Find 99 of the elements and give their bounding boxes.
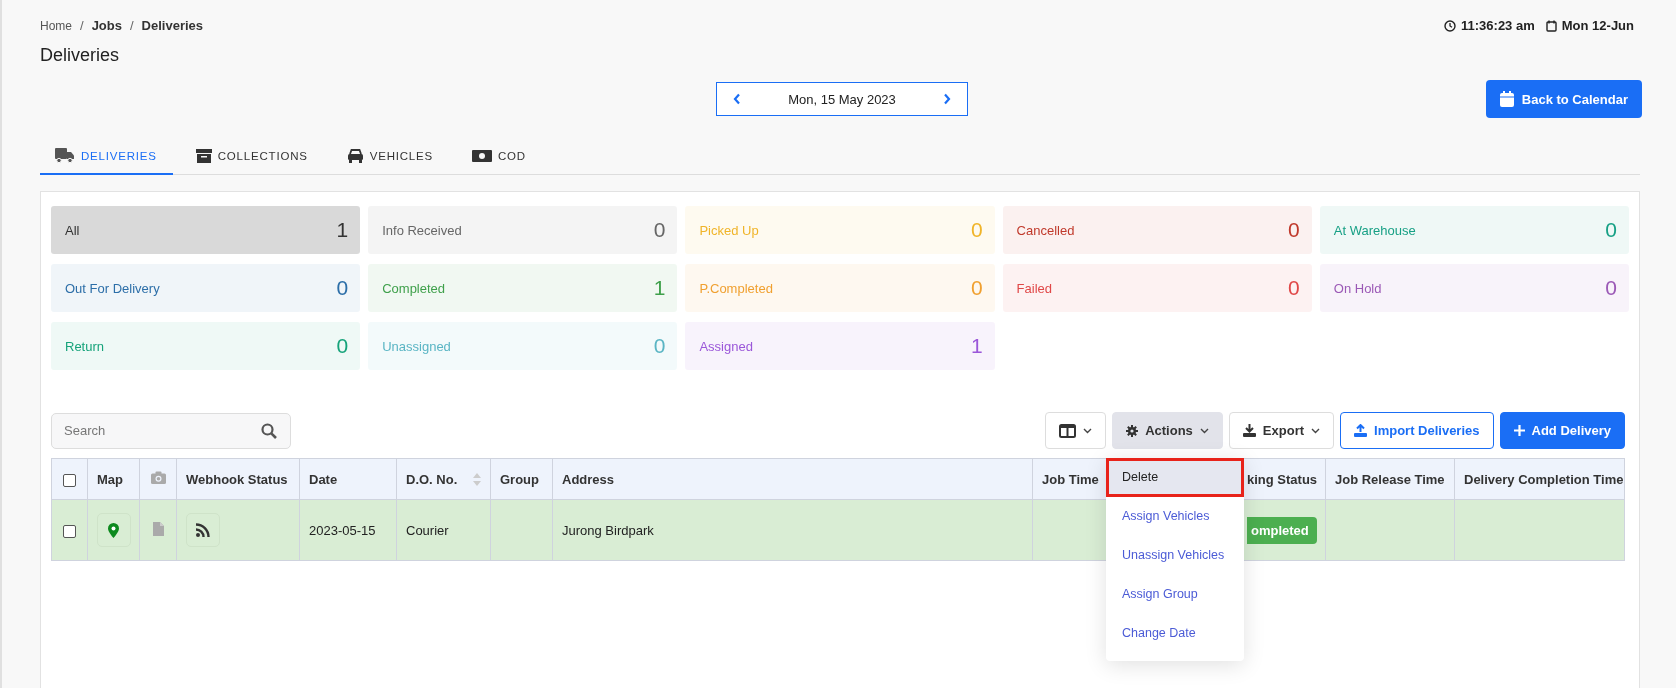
checkbox[interactable] — [63, 524, 76, 538]
tile-count: 0 — [970, 218, 983, 242]
truck-icon — [55, 148, 75, 163]
column-header: Job Release Time — [1335, 471, 1445, 487]
tile-label: All — [65, 222, 80, 238]
search-icon — [261, 422, 277, 439]
tile-count: 0 — [336, 334, 349, 358]
status-tile[interactable]: Cancelled 0 — [1002, 206, 1312, 254]
gear-icon — [1126, 424, 1139, 437]
columns-icon — [1059, 423, 1077, 438]
add-delivery-button[interactable]: Add Delivery — [1499, 412, 1625, 449]
status-tile[interactable]: On Hold 0 — [1319, 264, 1629, 312]
calendar-icon — [1545, 19, 1557, 32]
archive-box-icon — [195, 148, 212, 163]
map-pin-icon — [108, 522, 119, 538]
tab[interactable]: COD — [457, 140, 542, 175]
column-header: Address — [562, 471, 615, 487]
tab[interactable]: VEHICLES — [331, 140, 449, 175]
caret-down-icon — [1199, 427, 1209, 434]
back-to-calendar-button[interactable]: Back to Calendar — [1485, 80, 1642, 118]
tile-count: 0 — [1605, 218, 1617, 242]
actions-button[interactable]: Actions — [1112, 412, 1223, 449]
download-icon — [1242, 424, 1256, 437]
menu-item[interactable]: Unassign Vehicles — [1106, 536, 1244, 575]
tile-count: 0 — [653, 218, 666, 242]
menu-item[interactable]: Assign Vehicles — [1106, 497, 1244, 536]
tile-count: 1 — [653, 276, 666, 300]
tile-count: 0 — [1288, 276, 1300, 300]
tile-label: Picked Up — [699, 222, 759, 238]
tile-label: Info Received — [382, 222, 462, 238]
rss-icon — [196, 523, 210, 537]
menu-item[interactable]: Assign Group — [1106, 575, 1244, 614]
tile-label: Return — [65, 338, 105, 354]
tile-label: On Hold — [1333, 280, 1382, 296]
breadcrumb-separator: / — [80, 18, 84, 33]
tile-label: At Warehouse — [1333, 222, 1416, 238]
calendar-icon — [1499, 91, 1514, 107]
breadcrumb-item[interactable]: Jobs — [91, 18, 122, 33]
banknote-icon — [472, 149, 492, 162]
table-cell: 2023-05-15 — [309, 522, 376, 538]
chevron-right-icon[interactable] — [943, 93, 951, 105]
tile-label: Unassigned — [382, 338, 451, 354]
status-tile[interactable]: All 1 — [51, 206, 361, 254]
status-tile[interactable]: At Warehouse 0 — [1319, 206, 1629, 254]
map-button[interactable] — [96, 513, 131, 547]
search-field[interactable]: Search — [51, 412, 291, 449]
table-cell: Jurong Birdpark — [562, 522, 654, 538]
breadcrumb-item[interactable]: Home — [40, 18, 72, 33]
column-header: Webhook Status — [186, 471, 288, 487]
plus-icon — [1513, 425, 1525, 436]
tile-count: 0 — [653, 334, 666, 358]
menu-item[interactable]: Change Date — [1106, 614, 1244, 653]
tile-count: 0 — [336, 276, 349, 300]
tile-count: 0 — [970, 276, 983, 300]
clock-icon — [1444, 19, 1457, 32]
tile-label: P.Completed — [699, 280, 773, 296]
tile-count: 1 — [970, 334, 983, 358]
caret-down-icon — [1311, 427, 1320, 434]
breadcrumb-item[interactable]: Deliveries — [141, 18, 204, 33]
tile-label: Cancelled — [1016, 222, 1075, 238]
tile-label: Assigned — [699, 338, 753, 354]
chevron-left-icon[interactable] — [733, 93, 741, 105]
tile-count: 1 — [336, 218, 349, 242]
webhook-button[interactable] — [186, 513, 220, 547]
camera-icon — [150, 471, 166, 484]
page-title: Deliveries — [40, 45, 121, 66]
tab[interactable]: COLLECTIONS — [180, 140, 324, 175]
status-badge: ompleted — [1247, 516, 1317, 544]
status-tile[interactable]: Return 0 — [51, 322, 361, 370]
tab[interactable]: DELIVERIES — [40, 140, 173, 175]
status-tile[interactable]: Completed 1 — [368, 264, 678, 312]
menu-item[interactable]: Delete — [1106, 458, 1244, 497]
column-header: Job Time — [1042, 471, 1099, 487]
column-header: king Status — [1247, 471, 1318, 487]
status-tile[interactable]: Out For Delivery 0 — [51, 264, 361, 312]
import-deliveries-button[interactable]: Import Deliveries — [1340, 412, 1494, 449]
checkbox[interactable] — [63, 473, 76, 487]
tile-count: 0 — [1288, 218, 1300, 242]
caret-down-icon — [1083, 427, 1093, 434]
status-tile[interactable]: Info Received 0 — [368, 206, 678, 254]
columns-button[interactable] — [1045, 412, 1107, 449]
date-label: Mon, 15 May 2023 — [788, 91, 896, 107]
column-header: Map — [97, 471, 123, 487]
tile-count: 0 — [1605, 276, 1617, 300]
clock-time: 11:36:23 am — [1461, 18, 1535, 33]
upload-icon — [1354, 424, 1367, 437]
status-tile[interactable]: Assigned 1 — [685, 322, 995, 370]
tile-label: Completed — [382, 280, 446, 296]
column-header: Date — [309, 471, 338, 487]
column-header: Group — [500, 471, 539, 487]
table-cell: Courier — [406, 522, 449, 538]
export-button[interactable]: Export — [1228, 412, 1334, 449]
car-icon — [346, 148, 364, 163]
tile-label: Out For Delivery — [65, 280, 160, 296]
breadcrumb-separator: / — [130, 18, 134, 33]
column-header: Delivery Completion Time — [1464, 471, 1624, 487]
status-tile[interactable]: Failed 0 — [1002, 264, 1312, 312]
tile-label: Failed — [1016, 280, 1052, 296]
clock-date: Mon 12-Jun — [1561, 18, 1634, 33]
